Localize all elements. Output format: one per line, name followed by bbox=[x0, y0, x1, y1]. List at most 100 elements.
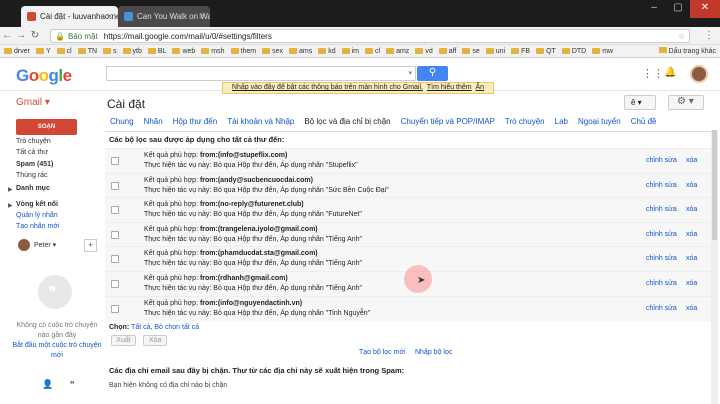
edit-filter-link[interactable]: chỉnh sửa bbox=[646, 157, 677, 164]
bookmark-item[interactable]: sex bbox=[262, 48, 283, 55]
apps-grid-icon[interactable]: ⋮⋮ bbox=[642, 67, 664, 80]
new-conversation-plus-icon[interactable]: + bbox=[84, 239, 97, 252]
sidebar-item-trash[interactable]: Thùng rác bbox=[16, 172, 48, 179]
bookmark-item[interactable]: DTD bbox=[561, 48, 586, 55]
tab-0[interactable]: Chung bbox=[110, 117, 134, 131]
settings-gear-button[interactable]: ⚙ ▾ bbox=[668, 95, 704, 110]
scrollbar[interactable] bbox=[711, 130, 718, 404]
bookmark-item[interactable]: FB bbox=[511, 48, 530, 55]
bookmark-item[interactable]: them bbox=[230, 48, 256, 55]
select-none-link[interactable]: Bỏ chọn tất cả bbox=[154, 324, 199, 331]
forward-icon[interactable]: → bbox=[14, 30, 28, 41]
hangouts-avatar[interactable] bbox=[18, 239, 30, 251]
bookmark-star-icon[interactable]: ☆ bbox=[678, 32, 685, 41]
bookmark-item[interactable]: Y bbox=[35, 48, 51, 55]
sidebar-item-categories[interactable]: Danh mục bbox=[16, 185, 50, 192]
tab-1[interactable]: Nhãn bbox=[144, 117, 163, 131]
filter-checkbox[interactable] bbox=[111, 157, 119, 165]
filter-checkbox[interactable] bbox=[111, 280, 119, 288]
create-label-link[interactable]: Tạo nhãn mới bbox=[16, 223, 60, 230]
contacts-icon[interactable]: 👤 bbox=[42, 379, 53, 389]
bookmark-item[interactable]: s bbox=[103, 48, 117, 55]
account-avatar[interactable] bbox=[690, 65, 708, 83]
sidebar-item-chats[interactable]: Trò chuyện bbox=[16, 138, 51, 145]
compose-button[interactable]: SOẠN bbox=[16, 119, 77, 135]
bookmark-item[interactable]: aff bbox=[438, 48, 456, 55]
bookmark-item[interactable]: BL bbox=[147, 48, 166, 55]
input-tools-button[interactable]: ê ▾ bbox=[624, 95, 656, 110]
delete-filter-link[interactable]: xóa bbox=[686, 305, 697, 312]
filter-checkbox[interactable] bbox=[111, 181, 119, 190]
search-input[interactable]: ▾ bbox=[106, 66, 416, 81]
google-logo[interactable]: Google bbox=[16, 66, 72, 86]
bookmark-item[interactable]: vd bbox=[415, 48, 433, 55]
notifications-icon[interactable]: 🔔 bbox=[664, 67, 676, 78]
bookmark-item[interactable]: cl bbox=[365, 48, 380, 55]
hangouts-icon[interactable]: ❝ bbox=[70, 379, 75, 389]
tab-2[interactable]: Hộp thư đến bbox=[173, 117, 218, 131]
delete-button[interactable]: Xóa bbox=[143, 335, 167, 346]
edit-filter-link[interactable]: chỉnh sửa bbox=[646, 182, 677, 189]
edit-filter-link[interactable]: chỉnh sửa bbox=[646, 255, 677, 262]
bookmark-item[interactable]: se bbox=[462, 48, 480, 55]
tab-8[interactable]: Ngoại tuyến bbox=[578, 117, 621, 131]
url-text[interactable]: https://mail.google.com/mail/u/0/#settin… bbox=[104, 32, 272, 41]
scrollbar-thumb[interactable] bbox=[712, 130, 717, 240]
tab-5[interactable]: Chuyển tiếp và POP/IMAP bbox=[401, 117, 495, 131]
browser-tab-video[interactable]: Can You Walk on Water ✕ bbox=[118, 6, 210, 27]
learn-more-link[interactable]: Tìm hiểu thêm bbox=[427, 84, 472, 91]
bookmark-item[interactable]: uni bbox=[485, 48, 505, 55]
create-filter-link[interactable]: Tạo bộ lọc mới bbox=[359, 349, 406, 356]
bookmark-item[interactable]: kd bbox=[318, 48, 336, 55]
bookmark-item[interactable]: amz bbox=[386, 48, 409, 55]
close-tab-icon[interactable]: ✕ bbox=[106, 12, 113, 21]
browser-menu-icon[interactable]: ⋮ bbox=[704, 30, 714, 41]
hide-link[interactable]: Ẩn bbox=[476, 84, 485, 91]
manage-labels-link[interactable]: Quản lý nhãn bbox=[16, 212, 58, 219]
tab-4[interactable]: Bộ lọc và địa chỉ bị chặn bbox=[304, 117, 390, 131]
expand-arrow-icon[interactable]: ▶ bbox=[8, 202, 13, 209]
delete-filter-link[interactable]: xóa bbox=[686, 280, 697, 287]
bookmark-item[interactable]: web bbox=[172, 48, 195, 55]
back-icon[interactable]: ← bbox=[0, 30, 14, 41]
delete-filter-link[interactable]: xóa bbox=[686, 206, 697, 213]
address-bar[interactable]: 🔒 Bảo mật https://mail.google.com/mail/u… bbox=[50, 29, 690, 43]
edit-filter-link[interactable]: chỉnh sửa bbox=[646, 280, 677, 287]
bookmark-item[interactable]: im bbox=[341, 48, 359, 55]
other-bookmarks[interactable]: Dấu trang khác bbox=[658, 47, 716, 55]
delete-filter-link[interactable]: xóa bbox=[686, 157, 697, 164]
filter-checkbox[interactable] bbox=[111, 255, 119, 264]
delete-filter-link[interactable]: xóa bbox=[686, 231, 697, 238]
minimize-icon[interactable]: – bbox=[642, 0, 666, 18]
bookmark-item[interactable]: ytb bbox=[122, 48, 142, 55]
search-options-icon[interactable]: ▾ bbox=[408, 69, 412, 77]
bookmark-item[interactable]: QT bbox=[536, 48, 556, 55]
sidebar-item-circles[interactable]: Vòng kết nối bbox=[16, 201, 58, 208]
bookmark-item[interactable]: mw bbox=[592, 48, 613, 55]
search-button[interactable]: ⚲ bbox=[417, 66, 448, 81]
filter-checkbox[interactable] bbox=[111, 304, 119, 313]
sidebar-item-all-mail[interactable]: Tất cả thư bbox=[16, 149, 48, 156]
sidebar-item-spam[interactable]: Spam (451) bbox=[16, 161, 53, 168]
bookmark-item[interactable]: cl bbox=[56, 48, 72, 55]
edit-filter-link[interactable]: chỉnh sửa bbox=[646, 231, 677, 238]
maximize-icon[interactable]: ▢ bbox=[666, 0, 690, 18]
delete-filter-link[interactable]: xóa bbox=[686, 182, 697, 189]
delete-filter-link[interactable]: xóa bbox=[686, 255, 697, 262]
import-filters-link[interactable]: Nhập bộ lọc bbox=[415, 349, 452, 356]
start-conversation-link[interactable]: Bắt đầu một cuộc trò chuyện mới bbox=[10, 341, 104, 361]
export-button[interactable]: Xuất bbox=[111, 335, 136, 346]
tab-6[interactable]: Trò chuyện bbox=[505, 117, 545, 131]
reload-icon[interactable]: ↻ bbox=[28, 30, 42, 41]
filter-checkbox[interactable] bbox=[111, 206, 119, 215]
tab-9[interactable]: Chủ đề bbox=[631, 117, 657, 131]
bookmark-item[interactable]: ams bbox=[288, 48, 312, 55]
edit-filter-link[interactable]: chỉnh sửa bbox=[646, 206, 677, 213]
gmail-menu[interactable]: Gmail ▾ bbox=[16, 97, 50, 108]
close-tab-icon[interactable]: ✕ bbox=[198, 12, 205, 21]
expand-arrow-icon[interactable]: ▶ bbox=[8, 186, 13, 193]
bookmark-item[interactable]: msh bbox=[201, 48, 225, 55]
tab-7[interactable]: Lab bbox=[555, 117, 568, 131]
hangouts-user[interactable]: Peter ▾ bbox=[34, 241, 56, 249]
bookmark-item[interactable]: TN bbox=[77, 48, 97, 55]
